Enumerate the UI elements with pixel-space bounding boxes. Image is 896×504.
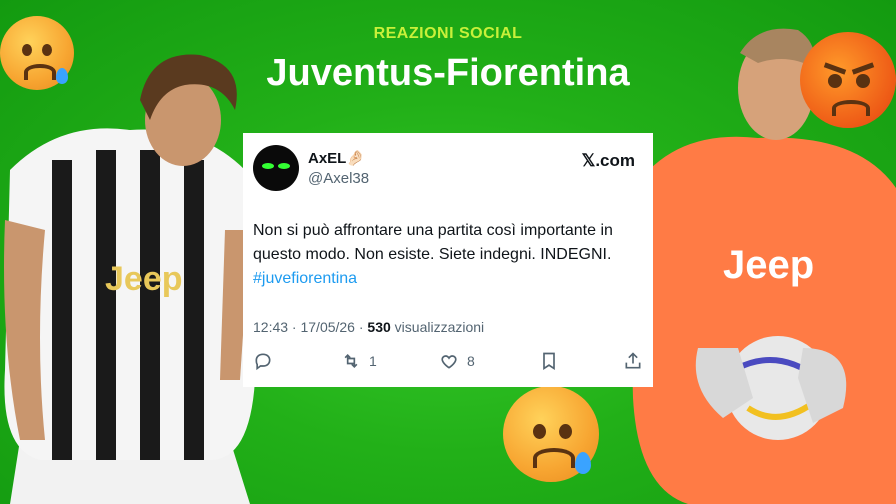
avatar[interactable] bbox=[253, 145, 299, 191]
views-label: visualizzazioni bbox=[390, 319, 485, 335]
svg-text:Jeep: Jeep bbox=[105, 260, 183, 298]
tweet-author-name[interactable]: AxEL🤌🏻 bbox=[308, 149, 365, 167]
retweet-count: 1 bbox=[369, 353, 377, 369]
sad-face-emoji-icon bbox=[503, 386, 599, 482]
tweet-meta: 12:43 · 17/05/26 · 530 visualizzazioni bbox=[253, 319, 484, 335]
like-count: 8 bbox=[467, 353, 475, 369]
tweet-actions: 1 8 bbox=[253, 351, 649, 373]
tweet-author-handle[interactable]: @Axel38 bbox=[308, 170, 369, 187]
tweet-timestamp: 12:43 · 17/05/26 · bbox=[253, 319, 368, 335]
x-logo-icon[interactable]: 𝕏.com bbox=[582, 151, 635, 171]
like-icon bbox=[441, 355, 457, 369]
reply-icon bbox=[255, 353, 271, 371]
author-name-text: AxEL bbox=[308, 150, 347, 167]
bookmark-button[interactable] bbox=[539, 351, 559, 371]
player-left-image: Jeep bbox=[4, 54, 255, 504]
reply-button[interactable] bbox=[253, 351, 273, 371]
like-button[interactable]: 8 bbox=[439, 351, 475, 371]
retweet-button[interactable]: 1 bbox=[341, 351, 377, 371]
angry-face-emoji-icon bbox=[800, 32, 896, 128]
tweet-body: Non si può affrontare una partita così i… bbox=[253, 222, 613, 263]
sad-face-emoji-icon bbox=[0, 16, 74, 90]
pinched-fingers-emoji-icon: 🤌🏻 bbox=[346, 150, 366, 167]
svg-text:Jeep: Jeep bbox=[723, 243, 814, 287]
tweet-text: Non si può affrontare una partita così i… bbox=[253, 219, 649, 291]
bookmark-icon bbox=[543, 352, 555, 371]
share-icon bbox=[625, 352, 641, 369]
share-button[interactable] bbox=[623, 351, 643, 371]
views-count: 530 bbox=[367, 319, 391, 335]
hashtag-link[interactable]: #juvefiorentina bbox=[253, 270, 357, 287]
tweet-card[interactable]: AxEL🤌🏻 @Axel38 𝕏.com Non si può affronta… bbox=[243, 133, 653, 387]
retweet-icon bbox=[344, 353, 358, 369]
